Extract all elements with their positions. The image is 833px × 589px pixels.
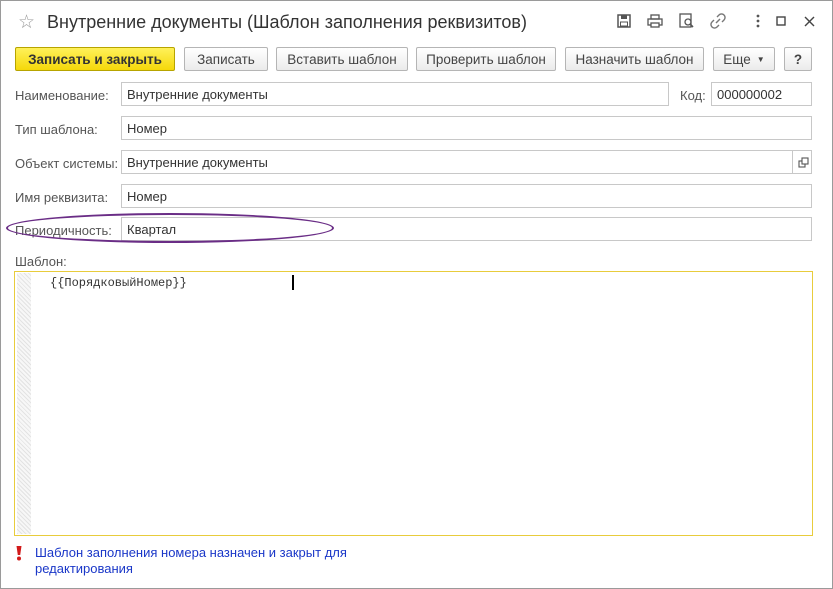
name-label: Наименование: [15,88,109,103]
template-label: Шаблон: [15,254,67,269]
more-label: Еще [723,51,751,67]
save-and-close-button[interactable]: Записать и закрыть [15,47,175,71]
form-window: ☆ Внутренние документы (Шаблон заполнени… [0,0,833,589]
period-input[interactable]: Квартал [121,217,812,241]
template-type-label: Тип шаблона: [15,122,98,137]
chevron-down-icon: ▼ [756,54,765,64]
warning-icon [15,546,23,562]
title-bar: ☆ Внутренние документы (Шаблон заполнени… [1,1,832,43]
insert-template-button[interactable]: Вставить шаблон [276,47,408,71]
maximize-icon[interactable] [772,12,790,30]
name-input[interactable]: Внутренние документы [121,82,669,106]
help-button[interactable]: ? [784,47,812,71]
period-label: Периодичность: [15,223,112,238]
system-object-label: Объект системы: [15,156,119,171]
star-icon[interactable]: ☆ [18,11,35,34]
attribute-label: Имя реквизита: [15,190,109,205]
check-template-button[interactable]: Проверить шаблон [416,47,556,71]
preview-icon[interactable] [678,12,696,30]
assign-template-button[interactable]: Назначить шаблон [565,47,704,71]
template-type-input[interactable]: Номер [121,116,812,140]
status-message: Шаблон заполнения номера назначен и закр… [35,545,347,576]
template-text: {{ПорядковыйНомер}} [50,276,187,290]
editor-gutter [17,273,31,534]
save-icon[interactable] [615,12,633,30]
more-vert-icon[interactable] [749,12,767,30]
save-button[interactable]: Записать [184,47,268,71]
print-icon[interactable] [646,12,664,30]
attribute-input[interactable]: Номер [121,184,812,208]
template-editor[interactable]: {{ПорядковыйНомер}} [14,271,813,536]
more-button[interactable]: Еще ▼ [713,47,775,71]
system-object-value: Внутренние документы [127,154,268,170]
open-object-icon[interactable] [792,151,813,173]
close-icon[interactable] [800,12,818,30]
code-label: Код: [680,88,706,103]
system-object-input[interactable]: Внутренние документы [121,150,812,174]
link-icon[interactable] [709,12,727,30]
window-title: Внутренние документы (Шаблон заполнения … [47,12,527,32]
text-caret [292,275,294,290]
code-input[interactable]: 000000002 [711,82,812,106]
